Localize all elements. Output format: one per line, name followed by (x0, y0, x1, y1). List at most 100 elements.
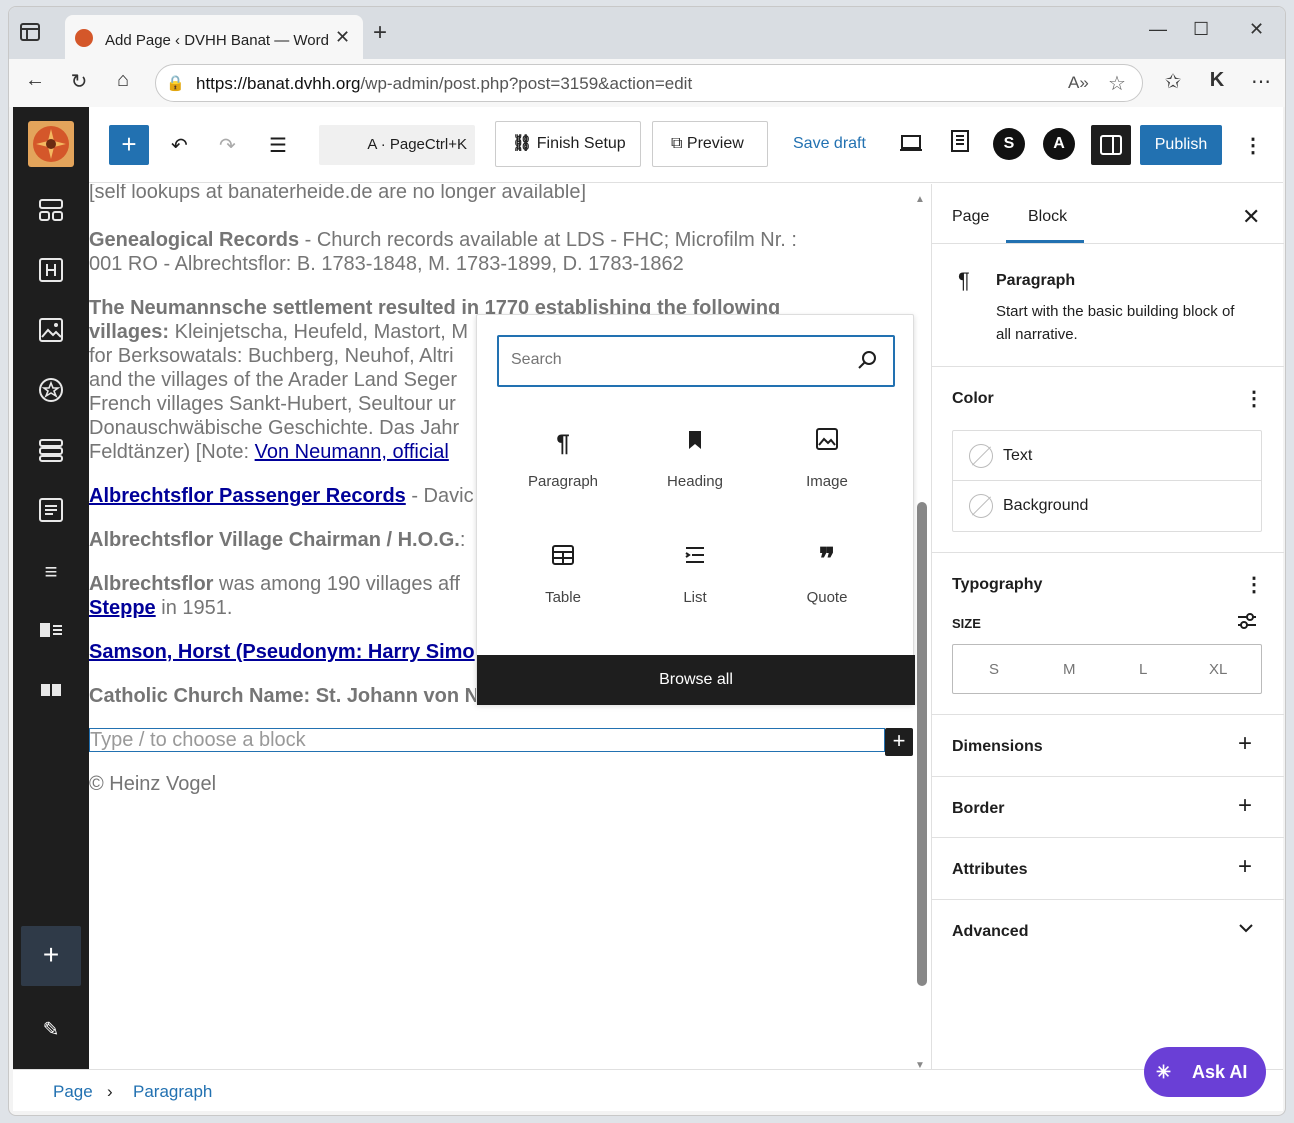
dimensions-add-icon[interactable]: + (1238, 730, 1252, 758)
tab-close-icon[interactable]: ✕ (335, 27, 350, 48)
save-draft-button[interactable]: Save draft (793, 135, 866, 153)
editor-toolbar: + ↶ ↷ ☰ A · PageCtrl+K ⛓ Finish Setup ⧉ … (89, 107, 1283, 183)
typography-options-icon[interactable]: ⋮ (1244, 572, 1264, 597)
attributes-heading[interactable]: Attributes (952, 861, 1028, 879)
publish-button[interactable]: Publish (1140, 125, 1222, 165)
read-aloud-icon[interactable]: A» (1068, 73, 1089, 93)
von-neumann-link[interactable]: Von Neumann, official (255, 441, 449, 463)
passenger-records-link[interactable]: Albrechtsflor Passenger Records (89, 485, 406, 507)
paragraph-lookup[interactable]: [self lookups at banaterheide.de are no … (89, 184, 586, 204)
tab-strip: Add Page ‹ DVHH Banat — WordPress ✕ + — … (9, 7, 1285, 59)
paragraph-copyright[interactable]: © Heinz Vogel (89, 772, 216, 796)
background-color-row[interactable]: Background (953, 481, 1261, 531)
paragraph-neumann-line3: for Berksowatals: Buchberg, Neuhof, Altr… (89, 345, 454, 367)
bookmark-icon (635, 427, 755, 461)
settings-sidebar-toggle[interactable] (1091, 125, 1131, 165)
toggle-inserter-button[interactable]: + (109, 125, 149, 165)
block-description: Start with the basic building block of (996, 303, 1235, 320)
dimensions-heading[interactable]: Dimensions (952, 738, 1043, 756)
steppe-link[interactable]: Steppe (89, 597, 156, 619)
undo-icon[interactable]: ↶ (171, 133, 188, 158)
paragraph-church[interactable]: Catholic Church Name: St. Johann von N (89, 684, 479, 708)
size-s[interactable]: S (989, 661, 999, 678)
border-heading[interactable]: Border (952, 800, 1004, 818)
block-heading[interactable]: Heading (635, 427, 755, 517)
tab-actions-icon[interactable] (19, 21, 45, 47)
border-add-icon[interactable]: + (1238, 792, 1252, 820)
search-icon (857, 349, 879, 377)
attributes-add-icon[interactable]: + (1238, 853, 1252, 881)
ask-ai-button[interactable]: ✳ Ask AI (1144, 1047, 1266, 1097)
close-window-icon[interactable]: ✕ (1249, 19, 1264, 40)
custom-size-icon[interactable] (1236, 610, 1258, 637)
breadcrumb-paragraph[interactable]: Paragraph (133, 1082, 212, 1102)
new-tab-icon[interactable]: + (373, 19, 387, 47)
paragraph-samson[interactable]: Samson, Horst (Pseudonym: Harry Simo (89, 640, 475, 664)
document-overview-icon[interactable]: ☰ (269, 133, 287, 158)
text-color-swatch (969, 444, 993, 468)
home-icon[interactable]: ⌂ (109, 69, 137, 97)
columns-icon[interactable] (36, 677, 66, 707)
command-palette-button[interactable]: A · PageCtrl+K (319, 125, 475, 165)
block-table[interactable]: Table (503, 543, 623, 633)
plugin-a-icon[interactable]: A (1043, 128, 1075, 160)
samson-link[interactable]: Samson, Horst (Pseudonym: Harry Simo (89, 641, 475, 663)
browse-all-button[interactable]: Browse all (477, 655, 915, 705)
favorites-icon[interactable]: ✩ (1159, 69, 1187, 97)
size-l[interactable]: L (1139, 661, 1147, 678)
paragraph-chairman[interactable]: Albrechtsflor Village Chairman / H.O.G.: (89, 528, 465, 552)
empty-paragraph-block[interactable]: Type / to choose a block (89, 728, 885, 752)
stack-icon[interactable] (36, 437, 66, 467)
device-preview-icon[interactable] (899, 131, 923, 161)
advanced-heading[interactable]: Advanced (952, 923, 1028, 941)
media-text-icon[interactable] (36, 617, 66, 647)
site-logo[interactable] (28, 121, 74, 167)
block-quote[interactable]: ❞ Quote (767, 543, 887, 633)
text-color-row[interactable]: Text (953, 431, 1261, 481)
breadcrumb-page[interactable]: Page (53, 1082, 93, 1102)
reload-icon[interactable]: ↻ (65, 69, 93, 97)
paragraph-among[interactable]: Albrechtsflor was among 190 villages aff (89, 572, 460, 596)
size-m[interactable]: M (1063, 661, 1076, 678)
tab-title: Add Page ‹ DVHH Banat — WordPress (105, 32, 329, 49)
favorite-star-icon[interactable]: ☆ (1108, 71, 1126, 96)
document-icon[interactable] (949, 129, 973, 161)
browser-tab[interactable]: Add Page ‹ DVHH Banat — WordPress ✕ (65, 15, 363, 59)
paragraph-steppe: Steppe in 1951. (89, 597, 233, 619)
finish-setup-button[interactable]: ⛓ Finish Setup (495, 121, 641, 167)
tab-page[interactable]: Page (952, 208, 989, 226)
block-description-line2: all narrative. (996, 326, 1078, 343)
options-menu-icon[interactable]: ⋮ (1243, 133, 1263, 158)
scrollbar-thumb[interactable] (917, 502, 927, 986)
close-sidebar-icon[interactable]: ✕ (1242, 204, 1260, 230)
block-image[interactable]: Image (767, 427, 887, 517)
size-xl[interactable]: XL (1209, 661, 1227, 678)
browser-menu-icon[interactable]: ⋯ (1247, 69, 1275, 97)
block-paragraph[interactable]: ¶ Paragraph (503, 427, 623, 517)
minimize-icon[interactable]: — (1149, 19, 1167, 40)
tab-block[interactable]: Block (1028, 208, 1067, 226)
back-icon[interactable]: ← (21, 69, 49, 97)
maximize-icon[interactable]: ☐ (1193, 19, 1209, 40)
chevron-down-icon[interactable] (1236, 918, 1256, 943)
extension-icon[interactable]: K (1203, 69, 1231, 97)
star-badge-icon[interactable] (36, 377, 66, 407)
paragraph-passenger[interactable]: Albrechtsflor Passenger Records - Davic (89, 484, 474, 508)
block-list[interactable]: List (635, 543, 755, 633)
redo-icon[interactable]: ↷ (219, 133, 236, 158)
color-options-icon[interactable]: ⋮ (1244, 386, 1264, 411)
plugin-s-icon[interactable]: S (993, 128, 1025, 160)
list-view-icon[interactable]: ≡ (36, 557, 66, 587)
heading-icon[interactable] (36, 257, 66, 287)
post-content-icon[interactable] (36, 497, 66, 527)
url-field[interactable]: 🔒 https://banat.dvhh.org/wp-admin/post.p… (155, 64, 1143, 102)
block-search-input[interactable] (511, 351, 831, 369)
paragraph-neumann-line6: Donauschwäbische Geschichte. Das Jahr (89, 417, 460, 439)
paragraph-genealogical[interactable]: Genealogical Records - Church records av… (89, 228, 797, 252)
patterns-icon[interactable] (36, 197, 66, 227)
image-icon[interactable] (36, 317, 66, 347)
add-block-icon[interactable]: + (21, 926, 81, 986)
pencil-icon[interactable]: ✎ (36, 1015, 66, 1045)
inline-add-block-button[interactable]: + (885, 728, 913, 756)
preview-button[interactable]: ⧉ Preview (652, 121, 768, 167)
